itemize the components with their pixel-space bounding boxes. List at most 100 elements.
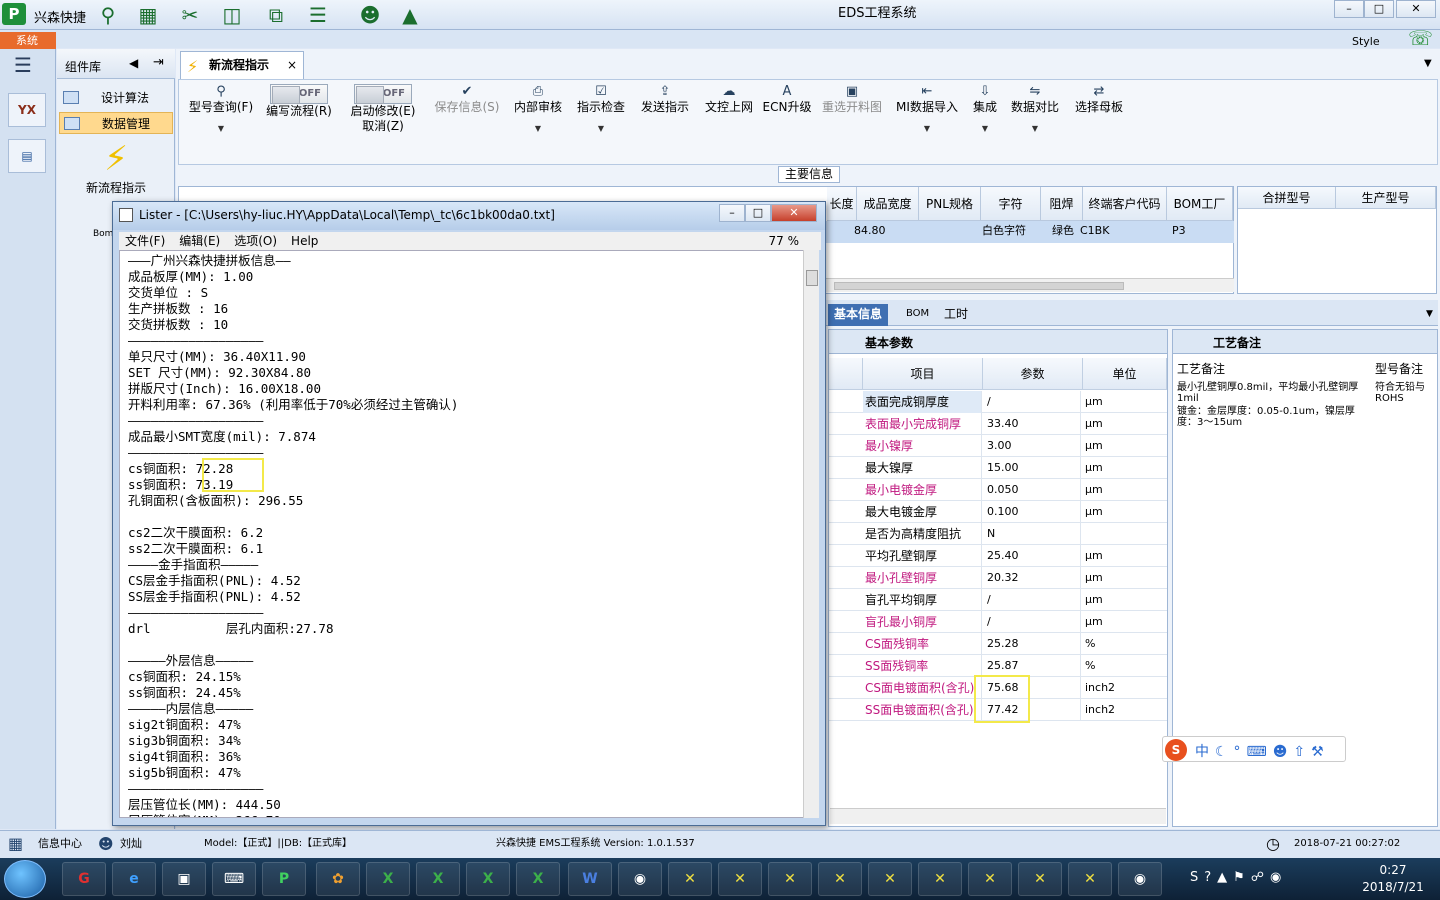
restore-button[interactable]: □: [1364, 0, 1394, 18]
horizontal-scrollbar[interactable]: [830, 808, 1166, 824]
taskbar-eds-icon[interactable]: P: [262, 862, 306, 896]
menu-edit[interactable]: 编辑(E): [179, 234, 220, 248]
tab-basic-info[interactable]: 基本信息: [828, 304, 889, 326]
table-row[interactable]: 表面最小完成铜厚 33.40 μm: [829, 413, 1167, 435]
menu-options[interactable]: 选项(O): [234, 234, 277, 248]
column-header[interactable]: 生产型号: [1336, 187, 1436, 209]
param-value[interactable]: 20.32: [983, 567, 1081, 589]
column-header[interactable]: 参数: [983, 358, 1083, 390]
taskbar-window-icon[interactable]: ✕: [1018, 862, 1062, 896]
table-row[interactable]: 最小镍厚 3.00 μm: [829, 435, 1167, 457]
param-value[interactable]: 15.00: [983, 457, 1081, 479]
column-header[interactable]: 成品宽度: [857, 187, 919, 221]
taskbar-window-icon[interactable]: ✕: [918, 862, 962, 896]
table-row[interactable]: 盲孔平均铜厚 / μm: [829, 589, 1167, 611]
param-value[interactable]: N: [983, 523, 1081, 545]
taskbar-app-icon[interactable]: G: [62, 862, 106, 896]
film-icon[interactable]: ◫: [220, 3, 244, 27]
column-header[interactable]: 合拼型号: [1238, 187, 1336, 209]
bom-label[interactable]: Bom: [93, 229, 113, 239]
column-header[interactable]: 项目: [863, 358, 983, 390]
param-value[interactable]: 33.40: [983, 413, 1081, 435]
write-flow-toggle[interactable]: OFF 编写流程(R): [261, 84, 337, 119]
taskbar-word-icon[interactable]: W: [568, 862, 612, 896]
calculator-icon[interactable]: ▦: [136, 3, 160, 27]
taskbar-excel-icon[interactable]: X: [516, 862, 560, 896]
table-row[interactable]: 84.80 白色字符 绿色 C1BK P3: [826, 221, 1234, 243]
copy-icon[interactable]: ⧉: [264, 3, 288, 27]
taskbar-window-icon[interactable]: ✕: [1068, 862, 1112, 896]
user-icon[interactable]: ☻: [358, 3, 382, 27]
horizontal-scrollbar[interactable]: [826, 278, 1234, 292]
sidebar-item-design[interactable]: 设计算法: [59, 87, 173, 109]
start-edit-toggle[interactable]: OFF 启动修改(E) 取消(Z): [345, 84, 421, 134]
table-row[interactable]: 最小孔壁铜厚 20.32 μm: [829, 567, 1167, 589]
table-row[interactable]: CS面残铜率 25.28%: [829, 633, 1167, 655]
taskbar-save-icon[interactable]: ▣: [162, 862, 206, 896]
table-row[interactable]: 平均孔壁铜厚 25.40 μm: [829, 545, 1167, 567]
yx-module-icon[interactable]: YX: [8, 93, 46, 127]
taskbar-window-icon[interactable]: ✕: [818, 862, 862, 896]
taskbar-ie-icon[interactable]: e: [112, 862, 156, 896]
info-center-link[interactable]: 信息中心: [38, 831, 82, 857]
chevron-left-icon[interactable]: ◀: [129, 56, 138, 70]
taskbar-window-icon[interactable]: ✕: [668, 862, 712, 896]
taskbar-window-icon[interactable]: ✕: [968, 862, 1012, 896]
param-value[interactable]: /: [983, 589, 1081, 611]
param-value[interactable]: 25.28: [983, 633, 1081, 655]
param-value[interactable]: 0.100: [983, 501, 1081, 523]
search-icon[interactable]: ⚲: [96, 3, 120, 27]
param-value[interactable]: 3.00: [983, 435, 1081, 457]
column-header[interactable]: PNL规格: [919, 187, 981, 221]
column-header[interactable]: 阻焊: [1041, 187, 1083, 221]
menu-icon[interactable]: ☰: [14, 55, 38, 75]
ime-toolbar[interactable]: S 中☾°⌨☻⇧⚒: [1162, 736, 1346, 762]
taskbar-window-icon[interactable]: ✕: [768, 862, 812, 896]
taskbar-app-icon[interactable]: ◉: [1118, 862, 1162, 896]
table-row[interactable]: 最小电镀金厚 0.050 μm: [829, 479, 1167, 501]
taskbar-clock[interactable]: 0:27 2018/7/21: [1350, 862, 1436, 896]
tab-new-flow[interactable]: ⚡ 新流程指示 ×: [180, 51, 304, 79]
list-icon[interactable]: ☰: [306, 3, 330, 27]
vertical-scrollbar[interactable]: [803, 250, 819, 818]
table-row[interactable]: 是否为高精度阻抗 N: [829, 523, 1167, 545]
column-header[interactable]: BOM工厂: [1167, 187, 1233, 221]
scroll-thumb[interactable]: [806, 270, 818, 286]
taskbar-excel-icon[interactable]: X: [366, 862, 410, 896]
scroll-thumb[interactable]: [834, 282, 1124, 290]
reselect-cut-button[interactable]: ▣ 重选开料图: [819, 84, 885, 115]
mi-import-button[interactable]: ⇤ MI数据导入 ▼: [895, 84, 959, 136]
table-row[interactable]: 最大镍厚 15.00 μm: [829, 457, 1167, 479]
style-dropdown[interactable]: Style: [1352, 35, 1380, 48]
param-value[interactable]: /: [983, 611, 1081, 633]
scissors-icon[interactable]: ✂: [178, 3, 202, 27]
phone-icon[interactable]: ☏: [1408, 26, 1433, 50]
lister-text-content[interactable]: ———广州兴森快捷拼板信息—— 成品板厚(MM): 1.00 交货单位 : S 生产拼…: [119, 250, 805, 818]
param-value[interactable]: 25.40: [983, 545, 1081, 567]
chart-icon[interactable]: ▲: [398, 3, 422, 27]
taskbar-excel-icon[interactable]: X: [466, 862, 510, 896]
tab-bom[interactable]: BOM: [900, 304, 935, 326]
calendar-module-icon[interactable]: ▤: [8, 139, 46, 173]
chevron-down-icon[interactable]: ▼: [1420, 304, 1439, 326]
column-header[interactable]: 终端客户代码: [1083, 187, 1167, 221]
taskbar-keyboard-icon[interactable]: ⌨: [212, 862, 256, 896]
start-button[interactable]: [4, 860, 46, 898]
minimize-button[interactable]: –: [1334, 0, 1364, 18]
new-flow-button[interactable]: ⚡ 新流程指示: [67, 139, 165, 196]
menu-help[interactable]: Help: [291, 234, 318, 248]
toggle-switch[interactable]: OFF: [354, 84, 412, 104]
table-row[interactable]: 表面完成铜厚度 / μm: [829, 391, 1167, 413]
taskbar-window-icon[interactable]: ✕: [868, 862, 912, 896]
doc-online-button[interactable]: ☁ 文控上网: [699, 84, 759, 115]
param-value[interactable]: 0.050: [983, 479, 1081, 501]
internal-review-button[interactable]: ⎙ 内部审核 ▼: [509, 84, 567, 136]
ime-tools-icon[interactable]: 中☾°⌨☻⇧⚒: [1195, 741, 1330, 761]
table-row[interactable]: 最大电镀金厚 0.100 μm: [829, 501, 1167, 523]
column-header[interactable]: 字符: [981, 187, 1041, 221]
toggle-switch[interactable]: OFF: [270, 84, 328, 104]
taskbar-shell-icon[interactable]: ✿: [316, 862, 360, 896]
tab-work-hours[interactable]: 工时: [938, 304, 974, 326]
compare-button[interactable]: ⇋ 数据对比 ▼: [1007, 84, 1063, 136]
save-info-button[interactable]: ✔ 保存信息(S): [429, 84, 505, 115]
